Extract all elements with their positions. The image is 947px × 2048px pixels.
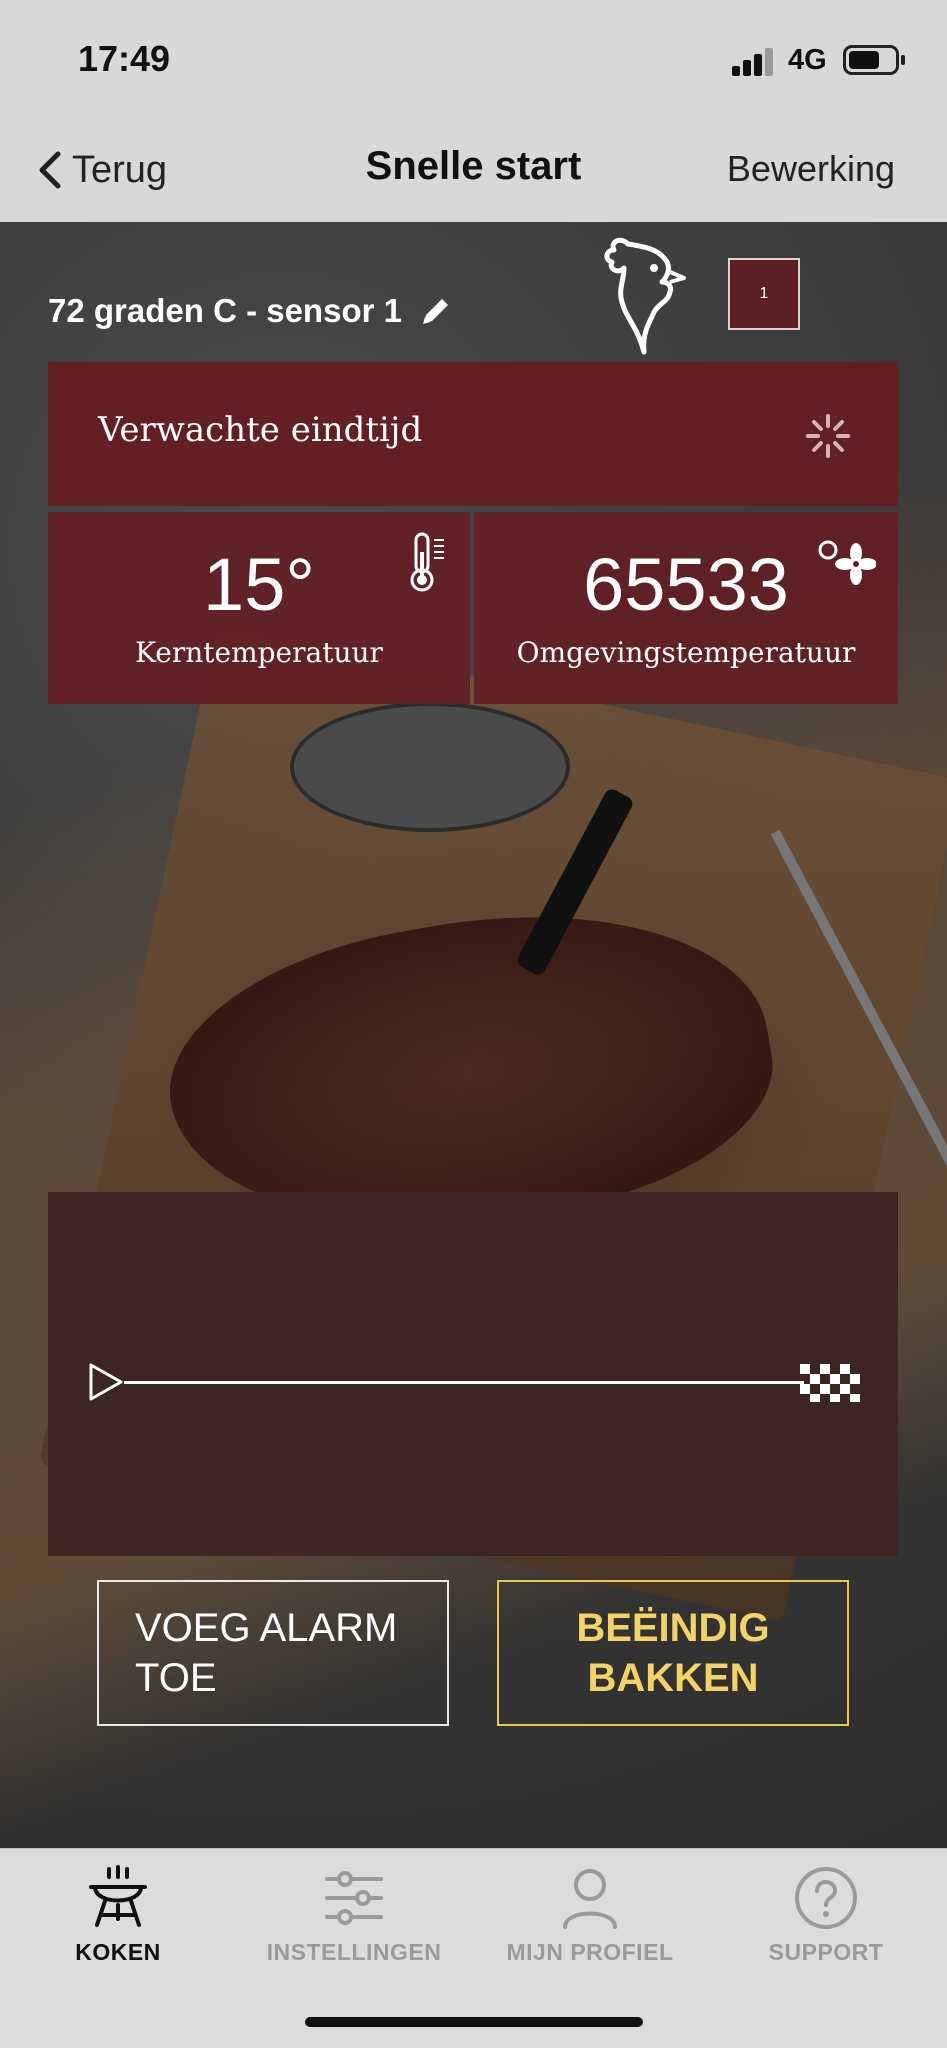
navigation-bar: Terug Snelle start Bewerking <box>0 118 947 222</box>
grill-icon <box>89 1865 147 1927</box>
fan-icon <box>818 540 876 585</box>
core-temperature-value: 15° <box>203 543 315 626</box>
background-dish <box>290 702 570 832</box>
end-time-panel: Verwachte eindtijd <box>48 362 898 506</box>
sliders-icon <box>325 1871 383 1925</box>
tab-label: MIJN PROFIEL <box>506 1939 674 1965</box>
tab-bar: KOKEN INSTELLINGEN MIJN PROFIEL SUPPORT <box>0 1848 947 2048</box>
ambient-temperature-panel: 65533 Omgevingstemperatuur <box>474 512 898 704</box>
status-time: 17:49 <box>78 38 171 79</box>
timeline-track <box>124 1381 804 1384</box>
thermometer-icon <box>410 532 444 592</box>
back-label: Terug <box>72 148 168 191</box>
chevron-left-icon <box>39 151 61 189</box>
sensor-label[interactable]: 72 graden C - sensor 1 <box>48 292 454 330</box>
tab-label: KOKEN <box>75 1939 161 1965</box>
edit-button[interactable]: Bewerking <box>727 148 895 190</box>
tab-koken[interactable]: KOKEN <box>0 1855 236 1975</box>
play-icon <box>89 1363 123 1401</box>
spinner-icon <box>806 414 850 458</box>
core-temperature-panel: 15° Kerntemperatuur <box>48 512 470 704</box>
home-indicator <box>305 2017 643 2027</box>
network-type: 4G <box>788 44 827 76</box>
battery-icon <box>843 45 905 75</box>
cooking-screen: 72 graden C - sensor 1 1 Verwachte eindt… <box>0 222 947 1848</box>
tab-label: INSTELLINGEN <box>266 1939 442 1965</box>
core-temperature-label: Kerntemperatuur <box>135 636 383 669</box>
stop-cooking-button[interactable]: BEËINDIG BAKKEN <box>497 1580 849 1726</box>
help-icon <box>795 1867 857 1929</box>
ambient-temperature-label: Omgevingstemperatuur <box>516 636 856 669</box>
tab-label: SUPPORT <box>768 1939 884 1965</box>
rooster-logo-icon <box>604 237 686 355</box>
end-time-label: Verwachte eindtijd <box>98 410 423 450</box>
signal-icon <box>732 46 776 76</box>
pencil-icon[interactable] <box>418 293 454 329</box>
status-bar: 17:49 4G <box>0 0 947 118</box>
add-alarm-button[interactable]: VOEG ALARM TOE <box>97 1580 449 1726</box>
tab-mijn-profiel[interactable]: MIJN PROFIEL <box>472 1855 708 1975</box>
tab-instellingen[interactable]: INSTELLINGEN <box>236 1855 472 1975</box>
sensor-name: 72 graden C - sensor 1 <box>48 292 402 329</box>
tab-support[interactable]: SUPPORT <box>708 1855 944 1975</box>
finish-flag-icon <box>800 1364 860 1402</box>
back-button[interactable]: Terug <box>36 142 167 198</box>
person-icon <box>563 1869 617 1929</box>
sensor-count-badge[interactable]: 1 <box>728 258 800 330</box>
cooking-timeline <box>48 1192 898 1556</box>
